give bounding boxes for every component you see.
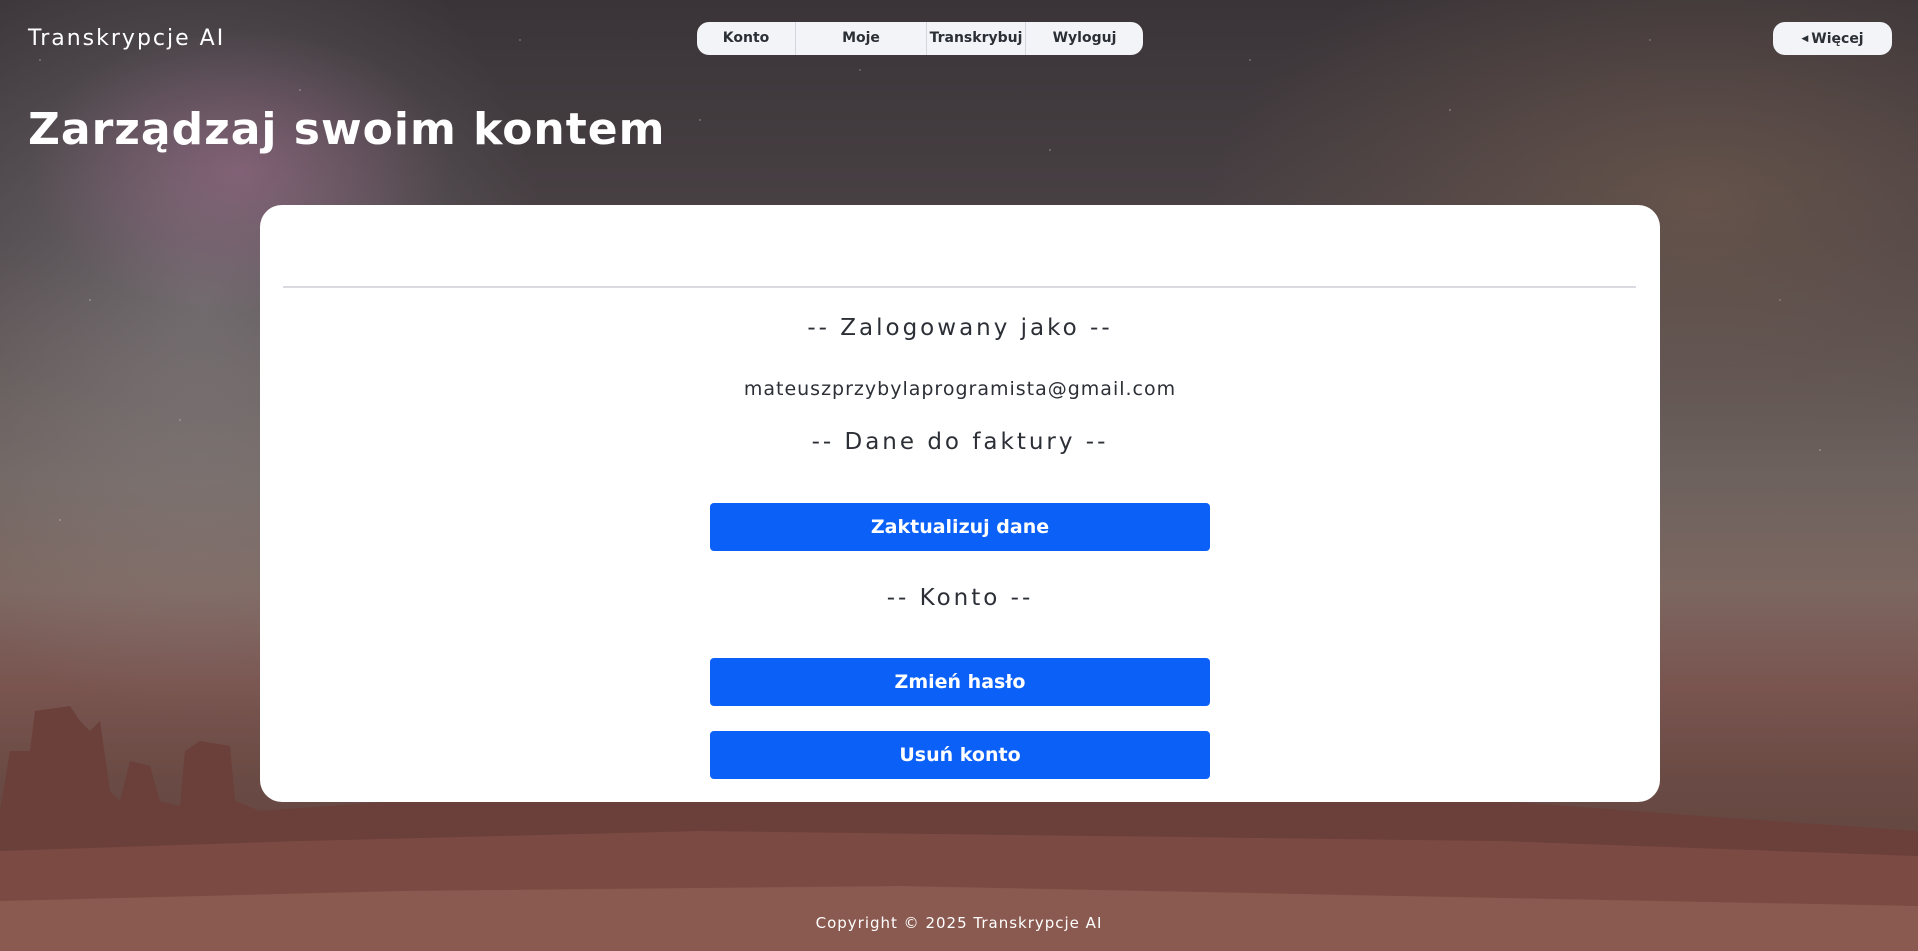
brand-logo-text[interactable]: Transkrypcje AI: [28, 26, 225, 51]
logged-in-heading: -- Zalogowany jako --: [807, 315, 1113, 341]
update-invoice-data-button[interactable]: Zaktualizuj dane: [710, 503, 1210, 551]
caret-left-icon: ◀: [1801, 33, 1809, 44]
account-heading: -- Konto --: [886, 585, 1034, 611]
main-nav: Konto Moje transkrypcje Transkrybuj Wylo…: [697, 22, 1143, 55]
delete-account-button[interactable]: Usuń konto: [710, 731, 1210, 779]
nav-item-moje-transkrypcje[interactable]: Moje transkrypcje: [796, 22, 927, 55]
nav-item-transkrybuj[interactable]: Transkrybuj: [927, 22, 1026, 55]
user-email: mateuszprzybylaprogramista@gmail.com: [743, 378, 1177, 400]
nav-item-konto[interactable]: Konto: [697, 22, 796, 55]
more-button[interactable]: ◀ Więcej: [1773, 22, 1892, 55]
invoice-data-heading: -- Dane do faktury --: [811, 429, 1109, 455]
page-title: Zarządzaj swoim kontem: [28, 104, 666, 155]
more-button-label: Więcej: [1811, 30, 1864, 47]
nav-item-wyloguj[interactable]: Wyloguj: [1026, 22, 1143, 55]
top-navigation-bar: Transkrypcje AI Konto Moje transkrypcje …: [0, 0, 1918, 80]
settings-divider: [283, 286, 1636, 288]
footer-copyright: Copyright © 2025 Transkrypcje AI: [815, 914, 1103, 932]
settings-card: -- Zalogowany jako -- mateuszprzybylapro…: [260, 205, 1660, 802]
change-password-button[interactable]: Zmień hasło: [710, 658, 1210, 706]
